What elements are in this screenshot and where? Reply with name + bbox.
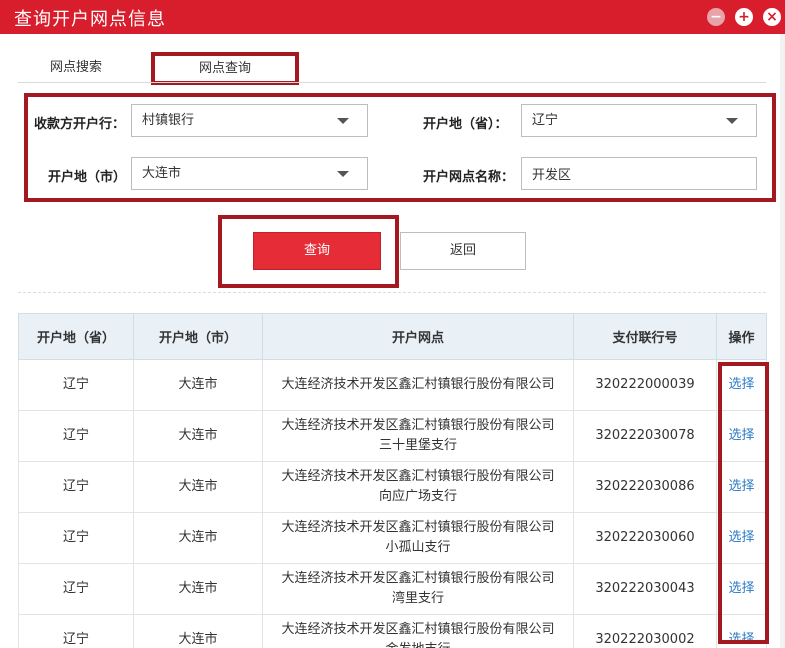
branch-name-label: 开户网点名称： [423, 170, 515, 185]
branch-name-line2: 金发地支行 [267, 640, 569, 648]
section-divider [18, 292, 766, 293]
cell-action: 选择 [716, 512, 767, 564]
cell-city: 大连市 [133, 461, 263, 513]
branch-name-line2: 小孤山支行 [385, 540, 451, 555]
cell-province: 辽宁 [18, 461, 134, 513]
province-select[interactable]: 辽宁 [521, 104, 757, 137]
branch-name-line1: 大连经济技术开发区鑫汇村镇银行股份有限公司 [281, 377, 555, 392]
city-select[interactable]: 大连市 [131, 157, 368, 190]
cell-code: 320222030060 [573, 512, 717, 564]
chevron-down-icon [337, 171, 349, 177]
results-table-container: 开户地（省） 开户地（市） 开户网点 支付联行号 操作 辽宁 大连市 大连经济技… [18, 313, 768, 648]
cell-branch: 大连经济技术开发区鑫汇村镇银行股份有限公司 金发地支行 [262, 614, 574, 648]
select-link[interactable]: 选择 [728, 479, 754, 494]
chevron-down-icon [726, 118, 738, 124]
branch-name-line1: 大连经济技术开发区鑫汇村镇银行股份有限公司 [281, 418, 555, 433]
chevron-down-icon [337, 118, 349, 124]
cell-action: 选择 [716, 563, 767, 615]
select-link[interactable]: 选择 [728, 530, 754, 545]
minimize-icon[interactable]: − [707, 8, 725, 26]
select-link[interactable]: 选择 [728, 377, 754, 392]
city-value: 大连市 [142, 166, 182, 181]
cell-province: 辽宁 [18, 359, 134, 411]
cell-branch: 大连经济技术开发区鑫汇村镇银行股份有限公司 湾里支行 [262, 563, 574, 615]
cell-code: 320222030043 [573, 563, 717, 615]
table-row: 辽宁 大连市 大连经济技术开发区鑫汇村镇银行股份有限公司 32022200003… [18, 359, 767, 411]
cell-code: 320222000039 [573, 359, 717, 411]
back-button[interactable]: 返回 [400, 232, 526, 270]
cell-code: 320222030002 [573, 614, 717, 648]
payee-bank-label: 收款方开户行： [34, 117, 126, 132]
cell-branch: 大连经济技术开发区鑫汇村镇银行股份有限公司 小孤山支行 [262, 512, 574, 564]
cell-branch: 大连经济技术开发区鑫汇村镇银行股份有限公司 向应广场支行 [262, 461, 574, 513]
province-label: 开户地（省）： [423, 117, 508, 132]
results-table: 开户地（省） 开户地（市） 开户网点 支付联行号 操作 辽宁 大连市 大连经济技… [18, 313, 767, 648]
select-link[interactable]: 选择 [728, 581, 754, 596]
cell-province: 辽宁 [18, 563, 134, 615]
table-row: 辽宁 大连市 大连经济技术开发区鑫汇村镇银行股份有限公司 三十里堡支行 3202… [18, 410, 767, 462]
cell-province: 辽宁 [18, 614, 134, 648]
select-link[interactable]: 选择 [728, 428, 754, 443]
column-header-branch: 开户网点 [262, 313, 574, 360]
table-header-row: 开户地（省） 开户地（市） 开户网点 支付联行号 操作 [18, 313, 767, 360]
cell-province: 辽宁 [18, 410, 134, 462]
province-value: 辽宁 [532, 113, 559, 128]
table-row: 辽宁 大连市 大连经济技术开发区鑫汇村镇银行股份有限公司 湾里支行 320222… [18, 563, 767, 615]
branch-name-line2: 三十里堡支行 [378, 438, 457, 453]
column-header-city: 开户地（市） [133, 313, 263, 360]
table-row: 辽宁 大连市 大连经济技术开发区鑫汇村镇银行股份有限公司 金发地支行 32022… [18, 614, 767, 648]
branch-name-line2: 湾里支行 [391, 591, 444, 606]
maximize-icon[interactable]: + [735, 8, 753, 26]
cell-city: 大连市 [133, 410, 263, 462]
cell-action: 选择 [716, 359, 767, 411]
window-title: 查询开户网点信息 [14, 9, 166, 30]
branch-name-input[interactable] [521, 157, 757, 190]
branch-name-line1: 大连经济技术开发区鑫汇村镇银行股份有限公司 [281, 520, 555, 535]
select-link[interactable]: 选择 [728, 632, 754, 647]
cell-action: 选择 [716, 410, 767, 462]
tab-divider [18, 82, 766, 83]
cell-city: 大连市 [133, 563, 263, 615]
cell-code: 320222030086 [573, 461, 717, 513]
window-titlebar: 查询开户网点信息 − + × [0, 0, 785, 34]
table-row: 辽宁 大连市 大连经济技术开发区鑫汇村镇银行股份有限公司 向应广场支行 3202… [18, 461, 767, 513]
scrollbar[interactable] [780, 34, 785, 648]
column-header-code: 支付联行号 [573, 313, 717, 360]
cell-action: 选择 [716, 614, 767, 648]
cell-city: 大连市 [133, 512, 263, 564]
tab-branch-query[interactable]: 网点查询 [151, 52, 299, 85]
table-row: 辽宁 大连市 大连经济技术开发区鑫汇村镇银行股份有限公司 小孤山支行 32022… [18, 512, 767, 564]
branch-name-line2: 向应广场支行 [378, 489, 457, 504]
branch-name-line1: 大连经济技术开发区鑫汇村镇银行股份有限公司 [281, 571, 555, 586]
cell-action: 选择 [716, 461, 767, 513]
cell-city: 大连市 [133, 359, 263, 411]
cell-branch: 大连经济技术开发区鑫汇村镇银行股份有限公司 [262, 359, 574, 411]
cell-city: 大连市 [133, 614, 263, 648]
branch-name-line1: 大连经济技术开发区鑫汇村镇银行股份有限公司 [281, 622, 555, 637]
city-label: 开户地（市） [48, 170, 127, 185]
tab-branch-search[interactable]: 网点搜索 [18, 52, 134, 84]
column-header-province: 开户地（省） [18, 313, 134, 360]
branch-name-line1: 大连经济技术开发区鑫汇村镇银行股份有限公司 [281, 469, 555, 484]
cell-code: 320222030078 [573, 410, 717, 462]
cell-branch: 大连经济技术开发区鑫汇村镇银行股份有限公司 三十里堡支行 [262, 410, 574, 462]
cell-province: 辽宁 [18, 512, 134, 564]
query-button[interactable]: 查询 [253, 232, 381, 270]
column-header-action: 操作 [716, 313, 767, 360]
payee-bank-value: 村镇银行 [142, 113, 195, 128]
close-icon[interactable]: × [763, 8, 781, 26]
payee-bank-select[interactable]: 村镇银行 [131, 104, 368, 137]
